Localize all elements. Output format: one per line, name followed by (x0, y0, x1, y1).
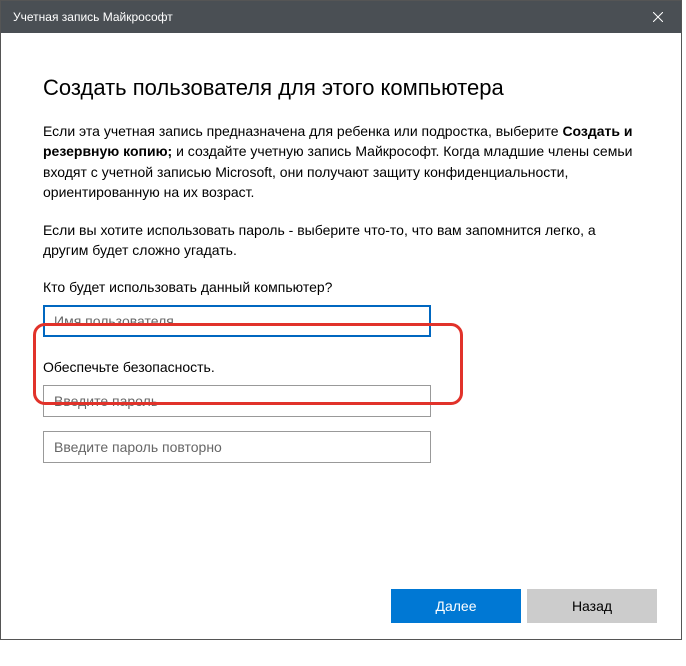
username-label: Кто будет использовать данный компьютер? (43, 279, 639, 295)
page-title: Создать пользователя для этого компьютер… (43, 75, 639, 101)
password-input[interactable] (43, 385, 431, 417)
security-label: Обеспечьте безопасность. (43, 359, 639, 375)
titlebar: Учетная запись Майкрософт (1, 1, 681, 33)
password-confirm-input[interactable] (43, 431, 431, 463)
dialog-window: Учетная запись Майкрософт Создать пользо… (0, 0, 682, 640)
window-title: Учетная запись Майкрософт (13, 10, 173, 24)
security-group: Обеспечьте безопасность. (43, 359, 639, 477)
intro-paragraph-2: Если вы хотите использовать пароль - выб… (43, 220, 639, 261)
intro-paragraph-1: Если эта учетная запись предназначена дл… (43, 121, 639, 202)
username-input[interactable] (43, 305, 431, 337)
close-icon (653, 12, 663, 22)
intro-text-1a: Если эта учетная запись предназначена дл… (43, 123, 562, 139)
content-area: Создать пользователя для этого компьютер… (1, 33, 681, 477)
username-group: Кто будет использовать данный компьютер? (43, 279, 639, 351)
back-button[interactable]: Назад (527, 589, 657, 623)
next-button[interactable]: Далее (391, 589, 521, 623)
close-button[interactable] (635, 1, 681, 33)
footer-buttons: Далее Назад (391, 589, 657, 623)
